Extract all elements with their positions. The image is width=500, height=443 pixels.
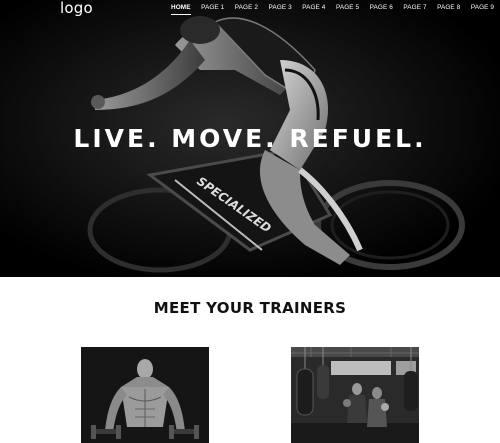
nav-item-page-1[interactable]: PAGE 1 [201, 4, 224, 15]
hero-title: LIVE. MOVE. REFUEL. [73, 124, 427, 153]
hero-banner: SPECIALIZED logo HOME PAGE 1 PAGE 2 PAGE… [0, 0, 500, 277]
nav-item-page-6[interactable]: PAGE 6 [370, 4, 393, 15]
trainer-bodybuilder-photo [81, 347, 209, 443]
logo[interactable]: logo [60, 0, 93, 17]
nav-item-page-2[interactable]: PAGE 2 [235, 4, 258, 15]
page: SPECIALIZED logo HOME PAGE 1 PAGE 2 PAGE… [0, 0, 500, 443]
trainer-card-1[interactable] [81, 347, 209, 443]
nav-item-page-7[interactable]: PAGE 7 [403, 4, 426, 15]
trainer-boxing-gym-photo [291, 347, 419, 443]
nav-item-page-4[interactable]: PAGE 4 [302, 4, 325, 15]
nav-item-home[interactable]: HOME [171, 4, 191, 15]
nav-item-page-5[interactable]: PAGE 5 [336, 4, 359, 15]
main-nav: HOME PAGE 1 PAGE 2 PAGE 3 PAGE 4 PAGE 5 … [171, 4, 500, 15]
nav-item-page-3[interactable]: PAGE 3 [269, 4, 292, 15]
trainer-card-2[interactable] [291, 347, 419, 443]
nav-item-page-9[interactable]: PAGE 9 [471, 4, 494, 15]
section-title: MEET YOUR TRAINERS [153, 299, 347, 317]
nav-item-page-8[interactable]: PAGE 8 [437, 4, 460, 15]
